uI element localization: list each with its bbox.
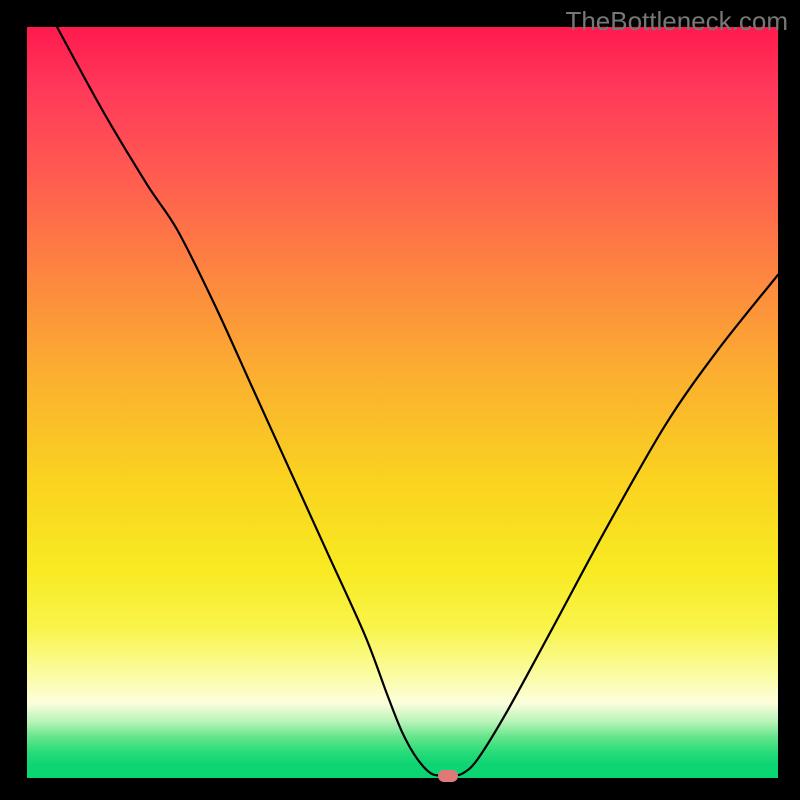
chart-svg [27,27,778,778]
minimum-marker [438,770,458,782]
chart-plot-area [27,27,778,778]
bottleneck-curve [57,27,778,776]
watermark-text: TheBottleneck.com [565,6,788,37]
